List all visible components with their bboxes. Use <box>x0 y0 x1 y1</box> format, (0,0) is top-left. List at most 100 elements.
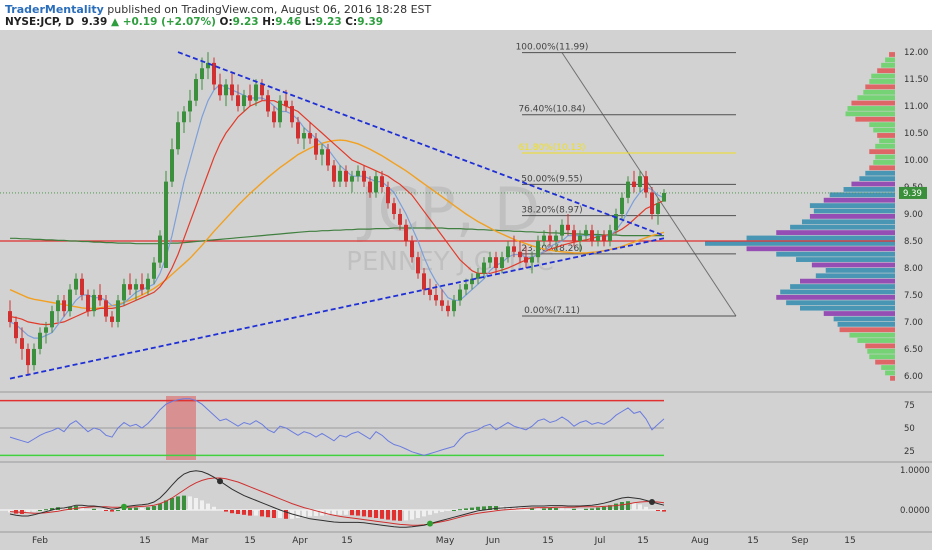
macd-histogram-bar <box>572 508 576 510</box>
candle-body <box>356 170 360 177</box>
macd-panel <box>0 470 666 528</box>
volume-profile <box>705 52 895 381</box>
macd-histogram-bar <box>440 510 444 512</box>
macd-histogram-bar <box>200 500 204 510</box>
high-label: H: <box>262 16 276 28</box>
candle-body <box>182 111 186 123</box>
macd-histogram-bar <box>464 508 468 510</box>
candle-body <box>494 257 498 268</box>
candle-body <box>308 133 312 139</box>
macd-histogram-bar <box>110 510 114 512</box>
macd-histogram-bar <box>44 509 48 511</box>
candle-body <box>14 321 18 339</box>
candle-body <box>254 84 258 101</box>
fib-level-label: 61.80%(10.13) <box>518 143 585 153</box>
candle-body <box>434 294 438 301</box>
macd-histogram-bar <box>644 506 648 510</box>
candle-body <box>632 181 636 188</box>
candle-body <box>638 176 642 188</box>
candle-body <box>344 170 348 182</box>
macd-histogram-bar <box>38 510 42 511</box>
macd-histogram-bar <box>92 508 96 510</box>
rsi-axis-tick: 50 <box>904 424 915 434</box>
candle-body <box>74 278 78 290</box>
last-price-tag-label: 9.39 <box>903 189 922 199</box>
price-axis-tick: 8.50 <box>904 237 923 247</box>
candle-body <box>482 262 486 274</box>
macd-cross-dot <box>427 520 433 527</box>
candle-body <box>8 311 12 322</box>
macd-histogram-bar <box>218 509 222 511</box>
candle-body <box>140 284 144 290</box>
candle-body <box>554 235 558 241</box>
macd-histogram-bar <box>32 510 36 512</box>
volume-profile-bar <box>786 300 895 306</box>
volume-profile-bar <box>867 348 895 354</box>
candle-body <box>422 273 426 290</box>
candle-body <box>170 149 174 182</box>
candle-body <box>80 278 84 295</box>
candle-body <box>98 294 102 301</box>
author-link[interactable]: TraderMentality <box>5 3 104 16</box>
macd-histogram-bar <box>404 510 408 521</box>
candle-body <box>530 257 534 263</box>
volume-profile-bar <box>780 289 895 295</box>
macd-histogram-bar <box>368 510 372 518</box>
macd-histogram-bar <box>578 509 582 511</box>
candle-body <box>488 257 492 263</box>
open-label: O: <box>219 16 233 28</box>
volume-profile-bar <box>790 284 895 289</box>
candle-body <box>260 84 264 96</box>
macd-histogram-bar <box>560 508 564 510</box>
macd-histogram-bar <box>398 510 402 521</box>
candle-body <box>236 95 240 107</box>
candle-body <box>32 348 36 366</box>
candle-body <box>62 300 66 312</box>
macd-histogram-bar <box>356 510 360 516</box>
candle-body <box>188 100 192 112</box>
macd-histogram-bar <box>236 510 240 514</box>
candle-body <box>410 240 414 258</box>
candle-body <box>176 122 180 150</box>
candle-body <box>548 235 552 241</box>
fib-level-label: 50.00%(9.55) <box>521 174 582 184</box>
macd-histogram-bar <box>116 510 120 511</box>
macd-histogram-bar <box>170 498 174 510</box>
candle-body <box>56 300 60 312</box>
price-axis-tick: 6.50 <box>904 345 923 355</box>
candle-body <box>578 235 582 241</box>
macd-histogram-bar <box>590 508 594 510</box>
volume-profile-bar <box>800 305 895 311</box>
header-bar: TraderMentality published on TradingView… <box>0 0 932 30</box>
macd-histogram-bar <box>350 510 354 516</box>
volume-profile-bar <box>851 100 895 106</box>
candle-body <box>404 224 408 241</box>
candle-body <box>620 197 624 214</box>
volume-profile-bar <box>873 160 895 165</box>
candle-body <box>284 100 288 107</box>
volume-profile-bar <box>865 170 895 176</box>
volume-profile-bar <box>746 235 895 241</box>
low-label: L: <box>304 16 316 28</box>
macd-histogram-bar <box>140 508 144 510</box>
candle-body <box>158 235 162 263</box>
macd-histogram-bar <box>626 501 630 510</box>
candle-body <box>290 106 294 123</box>
volume-profile-bar <box>796 257 895 262</box>
candle-body <box>20 338 24 349</box>
candle-body <box>506 246 510 258</box>
rsi-line <box>9 398 665 456</box>
macd-histogram-bar <box>296 510 300 518</box>
candle-body <box>386 187 390 204</box>
symbol-label[interactable]: NYSE:JCP, D <box>5 16 74 28</box>
chart-canvas[interactable]: JCP, D PENNEY J.C. INC 100.00%(11.99)76.… <box>0 0 932 550</box>
time-axis-tick: 15 <box>341 536 352 546</box>
candle-body <box>524 257 528 263</box>
up-arrow-icon: ▲ <box>110 16 120 28</box>
candle-body <box>590 230 594 241</box>
candle-body <box>362 170 366 182</box>
macd-histogram-bar <box>182 495 186 510</box>
candle-body <box>224 84 228 96</box>
macd-cross-dot <box>217 478 223 485</box>
macd-histogram-bar <box>260 510 264 517</box>
